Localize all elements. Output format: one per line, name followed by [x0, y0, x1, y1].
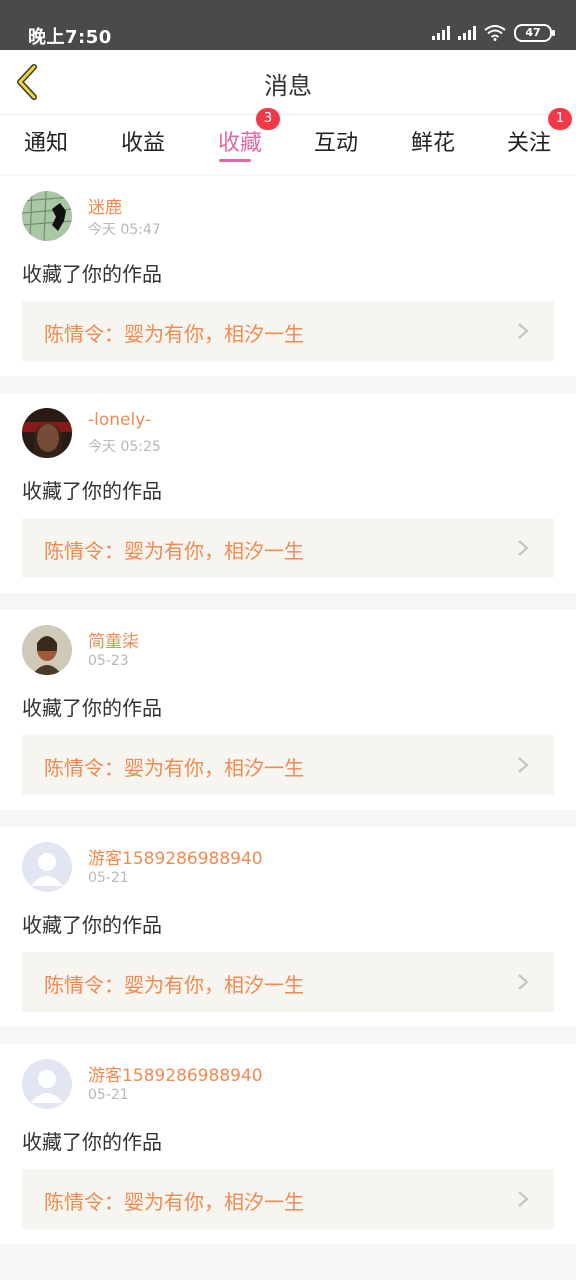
chevron-right-icon — [518, 1191, 529, 1207]
work-title: 陈情令：婴为有你，相汐一生 — [44, 1190, 304, 1214]
page-title: 消息 — [264, 72, 312, 100]
username[interactable]: 游客1589286988940 — [88, 1061, 263, 1086]
status-icons: 47 — [432, 24, 555, 42]
action-text: 收藏了你的作品 — [22, 913, 162, 937]
tab-earnings[interactable]: 收益 — [113, 125, 173, 157]
tab-notice[interactable]: 通知 — [16, 125, 76, 157]
work-title: 陈情令：婴为有你，相汐一生 — [44, 322, 304, 346]
avatar[interactable] — [22, 625, 72, 675]
avatar[interactable] — [22, 1059, 72, 1109]
work-link[interactable]: 陈情令：婴为有你，相汐一生 — [22, 518, 554, 578]
tab-favorites[interactable]: 收藏 — [210, 125, 270, 162]
follow-count-badge: 1 — [548, 108, 572, 130]
chevron-right-icon — [518, 323, 529, 339]
work-link[interactable]: 陈情令：婴为有你，相汐一生 — [22, 1169, 554, 1229]
tab-label: 收益 — [120, 131, 165, 156]
username[interactable]: -lonely- — [88, 410, 151, 430]
tab-label: 通知 — [23, 131, 68, 156]
action-text: 收藏了你的作品 — [22, 479, 162, 503]
work-link[interactable]: 陈情令：婴为有你，相汐一生 — [22, 735, 554, 795]
action-text: 收藏了你的作品 — [22, 696, 162, 720]
timestamp: 今天 05:25 — [88, 439, 161, 455]
username[interactable]: 简童柒 — [88, 627, 139, 652]
signal-icon — [432, 26, 450, 40]
chevron-right-icon — [518, 540, 529, 556]
action-text: 收藏了你的作品 — [22, 262, 162, 286]
work-link[interactable]: 陈情令：婴为有你，相汐一生 — [22, 301, 554, 361]
work-title: 陈情令：婴为有你，相汐一生 — [44, 756, 304, 780]
avatar[interactable] — [22, 842, 72, 892]
tab-follow[interactable]: 关注 — [499, 125, 559, 157]
work-title: 陈情令：婴为有你，相汐一生 — [44, 539, 304, 563]
chevron-right-icon — [518, 974, 529, 990]
avatar[interactable] — [22, 191, 72, 241]
tab-flowers[interactable]: 鲜花 — [403, 125, 463, 157]
list-item[interactable]: 游客1589286988940 05-21 收藏了你的作品 陈情令：婴为有你，相… — [0, 827, 576, 1027]
tab-bar: 通知 收益 收藏 3 互动 鲜花 关注 1 — [0, 108, 576, 175]
timestamp: 今天 05:47 — [88, 222, 161, 238]
timestamp: 05-21 — [88, 870, 129, 886]
status-time: 晚上7:50 — [28, 27, 112, 48]
username[interactable]: 游客1589286988940 — [88, 844, 263, 869]
username[interactable]: 迷鹿 — [88, 193, 122, 218]
list-item[interactable]: 游客1589286988940 05-21 收藏了你的作品 陈情令：婴为有你，相… — [0, 1044, 576, 1244]
tab-interaction[interactable]: 互动 — [306, 125, 366, 157]
wifi-icon — [484, 25, 506, 41]
app-header: 消息 — [0, 50, 576, 115]
list-item[interactable]: 简童柒 05-23 收藏了你的作品 陈情令：婴为有你，相汐一生 — [0, 610, 576, 810]
timestamp: 05-21 — [88, 1087, 129, 1103]
battery-icon: 47 — [514, 24, 555, 42]
tab-label: 鲜花 — [410, 131, 455, 156]
work-link[interactable]: 陈情令：婴为有你，相汐一生 — [22, 952, 554, 1012]
status-bar: 晚上7:50 47 — [0, 0, 576, 50]
tab-label: 关注 — [506, 131, 551, 156]
active-tab-indicator — [219, 159, 251, 162]
tab-label: 收藏 — [217, 131, 262, 156]
signal-icon — [458, 26, 476, 40]
work-title: 陈情令：婴为有你，相汐一生 — [44, 973, 304, 997]
list-item[interactable]: 迷鹿 今天 05:47 收藏了你的作品 陈情令：婴为有你，相汐一生 — [0, 176, 576, 376]
avatar[interactable] — [22, 408, 72, 458]
timestamp: 05-23 — [88, 653, 129, 669]
list-item[interactable]: -lonely- 今天 05:25 收藏了你的作品 陈情令：婴为有你，相汐一生 — [0, 393, 576, 593]
chevron-right-icon — [518, 757, 529, 773]
favorites-count-badge: 3 — [256, 108, 280, 130]
tab-label: 互动 — [313, 131, 358, 156]
action-text: 收藏了你的作品 — [22, 1130, 162, 1154]
